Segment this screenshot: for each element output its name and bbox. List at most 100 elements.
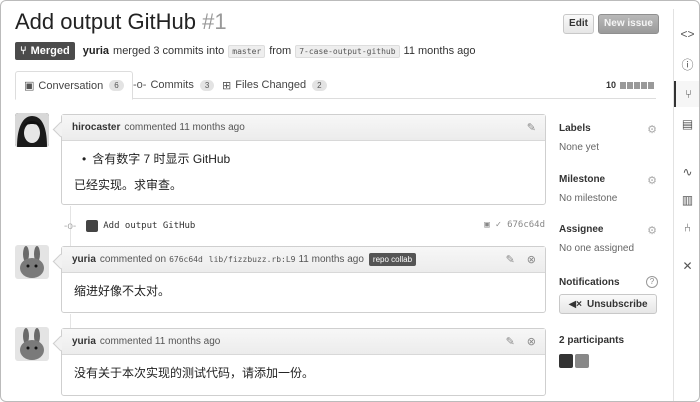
help-icon[interactable]: ?: [646, 276, 658, 288]
settings-tools-icon[interactable]: ✕: [674, 253, 699, 279]
issues-icon[interactable]: ⓘ: [674, 51, 699, 77]
tab-files-changed[interactable]: ⊞ Files Changed 2: [222, 71, 327, 99]
comment-text: 缩进好像不太对。: [74, 284, 171, 298]
comment-body: 缩进好像不太对。: [62, 273, 545, 309]
head-branch-label[interactable]: 7-case-output-github: [295, 44, 400, 58]
commit-event: -o- Add output GitHub ▣ ✓ 676c64d: [61, 216, 549, 236]
comment-text: 没有关于本次实现的测试代码，请添加一份。: [74, 366, 315, 380]
comment-action: commented 11 months ago: [99, 336, 221, 347]
pull-request-icon[interactable]: ⑂: [674, 81, 699, 107]
participant-avatars: [559, 354, 589, 368]
comment-commit-sha[interactable]: 676c64d: [169, 255, 203, 264]
comment-author-link[interactable]: yuria: [72, 254, 96, 265]
labels-title: Labels: [559, 123, 591, 134]
tab-commits[interactable]: -o- Commits 3: [133, 71, 215, 99]
pencil-icon[interactable]: ✎: [506, 253, 515, 266]
edit-button[interactable]: Edit: [563, 14, 594, 34]
gear-icon[interactable]: ⚙: [647, 224, 657, 237]
participant-avatar[interactable]: [575, 354, 589, 368]
comment-body: 含有数字 7 时显示 GitHub 已经实现。求审查。: [62, 141, 545, 203]
pulse-icon[interactable]: ∿: [674, 159, 699, 185]
comment-text: 已经实现。求审查。: [74, 178, 183, 192]
comment-actions: ✎ ⊗: [506, 335, 536, 348]
labels-section: Labels ⚙ None yet: [559, 123, 659, 163]
commit-sha-link[interactable]: 676c64d: [507, 220, 545, 230]
tab-files-label: Files Changed: [235, 79, 307, 91]
comment-count-icon: ▣: [484, 220, 490, 230]
avatar-hirocaster-image: [15, 113, 49, 147]
gear-icon[interactable]: ⚙: [647, 174, 657, 187]
merged-status-badge: ⑂ Merged: [15, 42, 75, 60]
comment-author-link[interactable]: yuria: [72, 336, 96, 347]
avatar-hirocaster[interactable]: [15, 113, 49, 147]
comment-action: commented on: [99, 254, 167, 265]
milestone-value: No milestone: [559, 193, 618, 204]
graphs-icon[interactable]: ▥: [674, 187, 699, 213]
diffstat-blocks: [619, 81, 654, 89]
delete-icon[interactable]: ⊗: [527, 335, 536, 348]
comment-list: 含有数字 7 时显示 GitHub: [74, 151, 533, 167]
tab-commits-label: Commits: [150, 79, 194, 91]
tab-conversation-label: Conversation: [38, 79, 104, 92]
rabbit-avatar-icon: [15, 327, 49, 361]
meta-author-link[interactable]: yuria: [83, 45, 109, 57]
milestone-section: Milestone ⚙ No milestone: [559, 174, 659, 214]
assignee-title: Assignee: [559, 224, 604, 235]
repo-nav-rail: <> ⓘ ⑂ ▤ ∿ ▥ ⑃ ✕: [673, 9, 699, 401]
comment-2: yuria commented on 676c64d lib/fizzbuzz.…: [61, 246, 546, 313]
unsubscribe-label: Unsubscribe: [586, 298, 648, 310]
pencil-icon[interactable]: ✎: [527, 121, 536, 134]
tab-commits-count: 3: [199, 79, 215, 91]
base-branch-label[interactable]: master: [228, 44, 266, 58]
comment-action: commented 11 months ago: [124, 122, 245, 133]
delete-icon[interactable]: ⊗: [527, 253, 536, 266]
code-icon[interactable]: <>: [674, 21, 699, 47]
participant-avatar[interactable]: [559, 354, 573, 368]
merge-icon: ⑂: [20, 45, 27, 57]
meta-time: 11 months ago: [403, 45, 476, 57]
comment-file-ref[interactable]: lib/fizzbuzz.rb:L9: [209, 255, 296, 264]
notifications-section: Notifications: [559, 277, 659, 288]
commit-message-link[interactable]: Add output GitHub: [103, 221, 195, 231]
comment-header: yuria commented 11 months ago ✎ ⊗: [62, 329, 545, 355]
unsubscribe-button[interactable]: ◀× Unsubscribe: [559, 294, 657, 314]
comment-actions: ✎: [527, 121, 536, 134]
rabbit-avatar-icon: [15, 245, 49, 279]
comment-header: yuria commented on 676c64d lib/fizzbuzz.…: [62, 247, 545, 273]
participants-title: 2 participants: [559, 335, 625, 346]
comment-header: hirocaster commented 11 months ago ✎: [62, 115, 545, 141]
commit-author-avatar[interactable]: [86, 220, 99, 232]
pr-meta: ⑂ Merged yuria merged 3 commits into mast…: [15, 42, 476, 60]
commit-icon: -o-: [133, 79, 147, 91]
milestone-title: Milestone: [559, 174, 606, 185]
comment-author-link[interactable]: hirocaster: [72, 122, 120, 133]
notifications-title: Notifications: [559, 277, 620, 288]
network-icon[interactable]: ⑃: [674, 215, 699, 241]
diffstat: 10: [606, 80, 654, 90]
meta-from-text: from: [269, 45, 292, 57]
assignee-section: Assignee ⚙ No one assigned: [559, 224, 659, 264]
new-issue-button[interactable]: New issue: [598, 14, 659, 34]
comment-1: hirocaster commented 11 months ago ✎ 含有数…: [61, 114, 546, 205]
gear-icon[interactable]: ⚙: [647, 123, 657, 136]
tab-conversation-count: 6: [109, 80, 124, 91]
comment-body: 没有关于本次实现的测试代码，请添加一份。: [62, 355, 545, 391]
tab-conversation[interactable]: ▣ Conversation 6: [15, 71, 133, 100]
pr-number: #1: [202, 9, 227, 34]
comment-actions: ✎ ⊗: [506, 253, 536, 266]
avatar-yuria[interactable]: [15, 327, 49, 361]
labels-value: None yet: [559, 142, 600, 153]
speech-bubble-icon: ▣: [24, 80, 35, 92]
diffstat-count: 10: [605, 80, 616, 90]
pr-title: Add output GitHub: [15, 9, 197, 34]
comment-time: 11 months ago: [298, 254, 364, 265]
pencil-icon[interactable]: ✎: [506, 335, 515, 348]
avatar-yuria[interactable]: [15, 245, 49, 279]
pr-tabs: ▣ Conversation 6 -o- Commits 3 ⊞ Files C…: [15, 71, 656, 100]
tab-files-count: 2: [312, 79, 327, 91]
participants-section: 2 participants: [559, 335, 659, 346]
wiki-icon[interactable]: ▤: [674, 111, 699, 137]
mute-icon: ◀×: [568, 298, 582, 310]
merged-status-text: Merged: [30, 45, 70, 57]
list-item: 含有数字 7 时显示 GitHub: [82, 151, 533, 167]
